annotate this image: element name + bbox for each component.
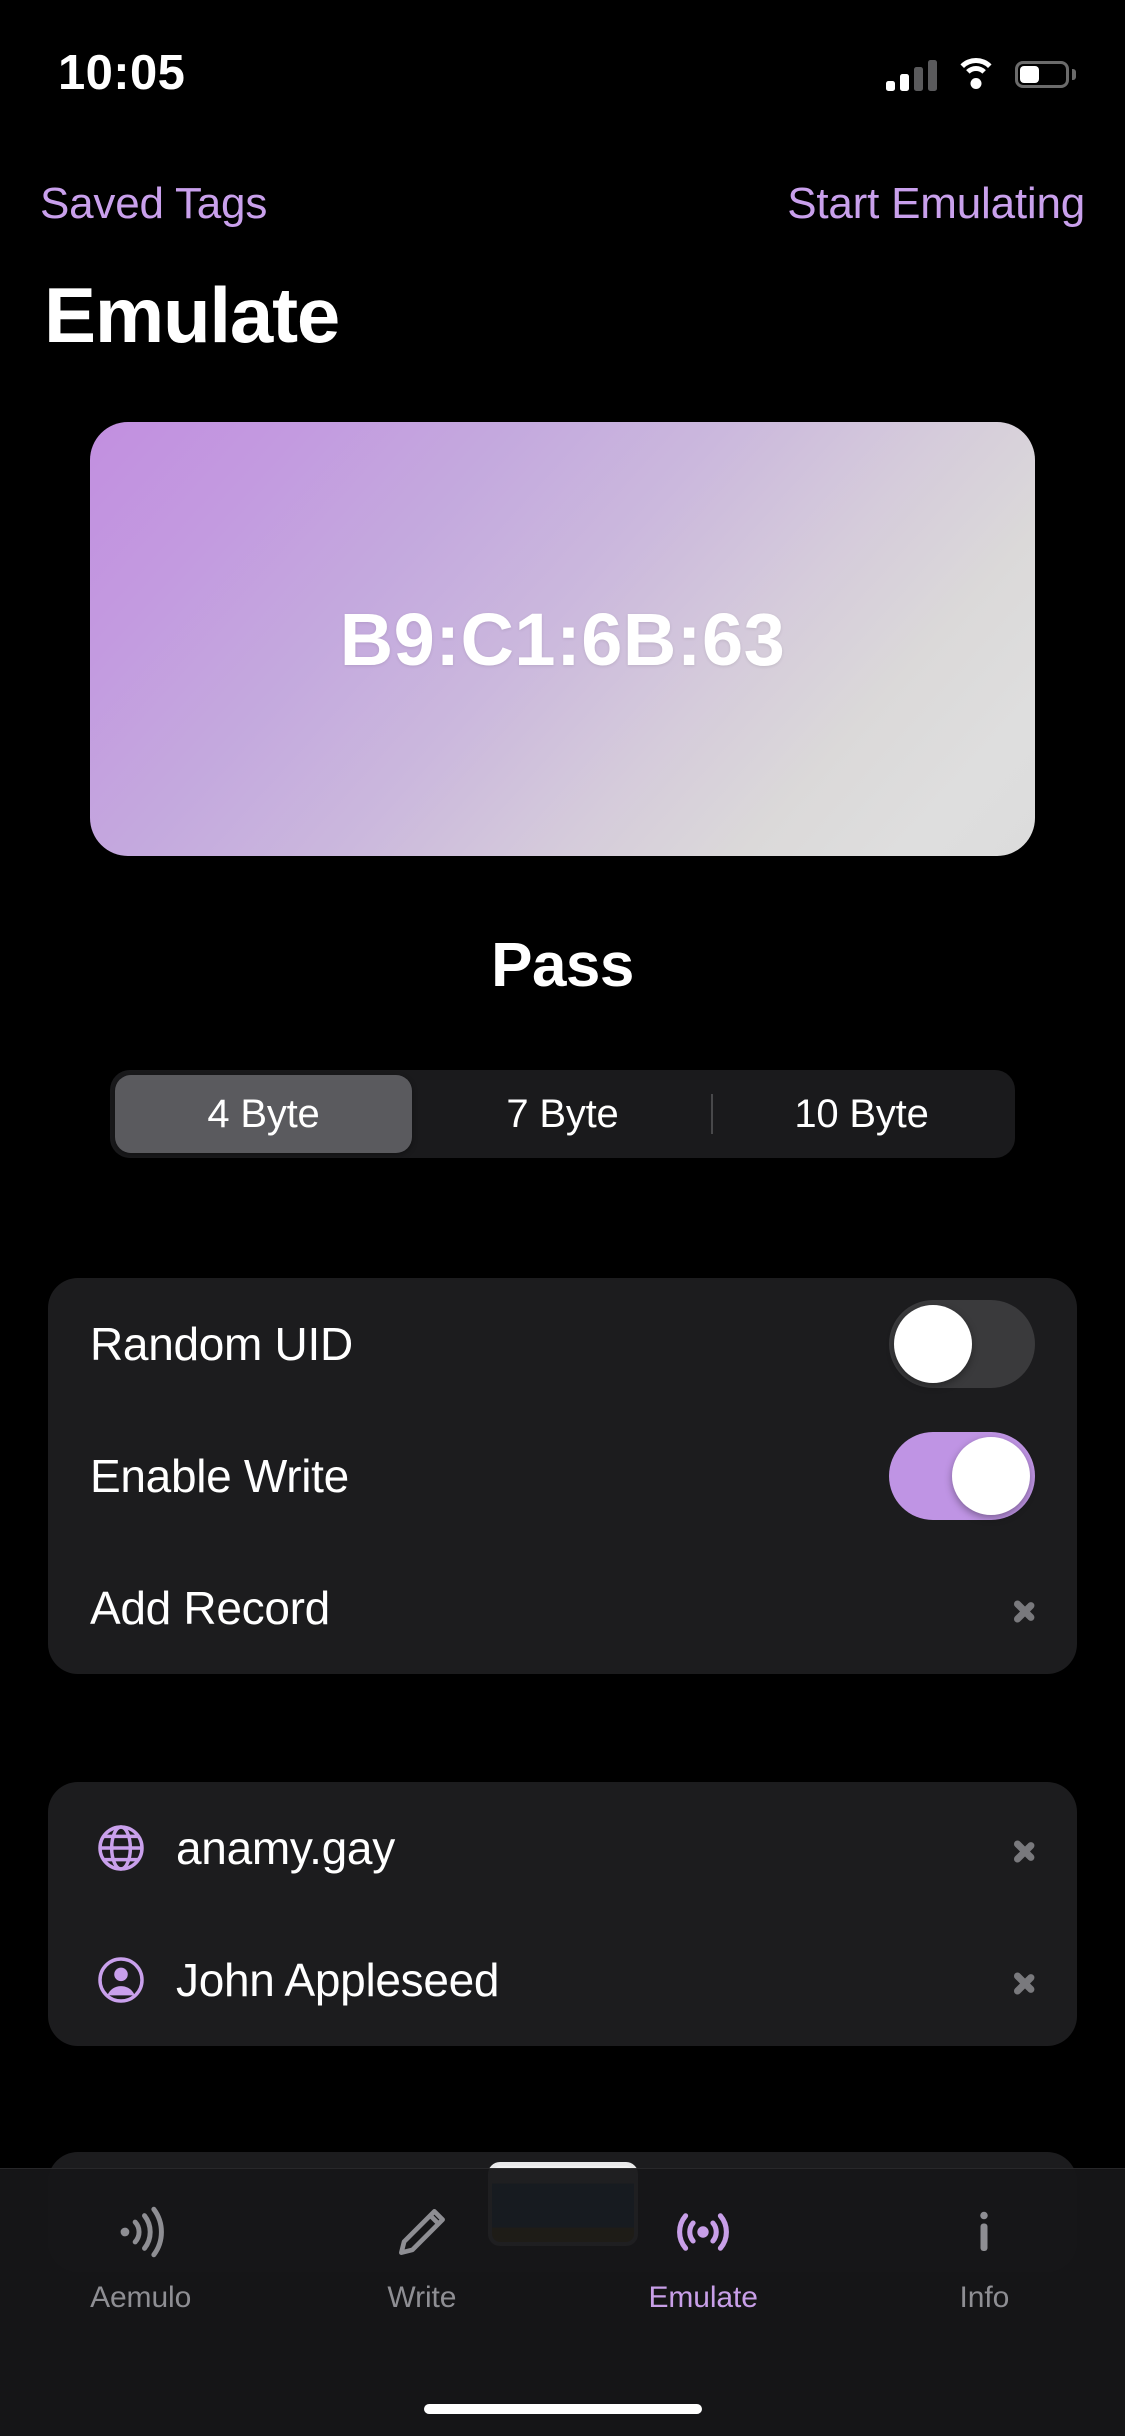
navigation-bar: Saved Tags Start Emulating (0, 168, 1125, 240)
tab-label: Aemulo (90, 2281, 192, 2314)
wifi-icon (954, 58, 998, 90)
globe-icon (90, 1820, 152, 1876)
uid-length-segmented-control[interactable]: 4 Byte 7 Byte 10 Byte (110, 1070, 1015, 1158)
tab-label: Info (959, 2281, 1010, 2314)
tab-info[interactable]: Info (844, 2195, 1125, 2315)
cellular-signal-icon (886, 57, 937, 91)
row-record-website[interactable]: anamy.gay (48, 1782, 1077, 1914)
segment-7-byte[interactable]: 7 Byte (414, 1075, 711, 1153)
status-bar: 10:05 (0, 0, 1125, 132)
settings-group: Random UID Enable Write Add Record (48, 1278, 1077, 1674)
add-record-label: Add Record (90, 1582, 330, 1634)
broadcast-icon (667, 2195, 739, 2269)
row-random-uid[interactable]: Random UID (48, 1278, 1077, 1410)
tab-emulate[interactable]: Emulate (563, 2195, 844, 2315)
random-uid-label: Random UID (90, 1318, 353, 1370)
pencil-icon (389, 2195, 455, 2269)
app-screen: 10:05 Saved Tags Start Emulating Emulate… (0, 0, 1125, 2436)
tab-bar: Aemulo Write Emulate Info (0, 2168, 1125, 2436)
status-time: 10:05 (58, 46, 186, 100)
toggle-knob (952, 1437, 1030, 1515)
segment-10-byte[interactable]: 10 Byte (713, 1075, 1010, 1153)
tab-aemulo[interactable]: Aemulo (0, 2195, 281, 2315)
row-record-contact[interactable]: John Appleseed (48, 1914, 1077, 2046)
record-contact-label: John Appleseed (176, 1954, 500, 2006)
nfc-wave-icon (106, 2195, 176, 2269)
enable-write-toggle[interactable] (889, 1432, 1035, 1520)
tag-uid-value: B9:C1:6B:63 (339, 597, 786, 681)
battery-icon (1015, 60, 1076, 88)
saved-tags-button[interactable]: Saved Tags (40, 179, 267, 229)
tag-card[interactable]: B9:C1:6B:63 (90, 422, 1035, 856)
home-indicator[interactable] (423, 2404, 702, 2414)
status-indicators (886, 57, 1076, 91)
records-group: anamy.gay John Appleseed (48, 1782, 1077, 2046)
row-add-record[interactable]: Add Record (48, 1542, 1077, 1674)
tab-label: Write (387, 2281, 457, 2314)
page-title: Emulate (44, 271, 340, 359)
chevron-right-icon (1013, 1588, 1035, 1628)
enable-write-label: Enable Write (90, 1450, 349, 1502)
segment-4-byte[interactable]: 4 Byte (115, 1075, 412, 1153)
toggle-knob (894, 1305, 972, 1383)
row-enable-write[interactable]: Enable Write (48, 1410, 1077, 1542)
info-icon (954, 2195, 1014, 2269)
chevron-right-icon (1013, 1960, 1035, 2000)
tab-write[interactable]: Write (281, 2195, 562, 2315)
random-uid-toggle[interactable] (889, 1300, 1035, 1388)
chevron-right-icon (1013, 1828, 1035, 1868)
person-circle-icon (90, 1952, 152, 2008)
tag-name-label: Pass (491, 931, 634, 1000)
start-emulating-button[interactable]: Start Emulating (787, 179, 1085, 229)
record-website-label: anamy.gay (176, 1822, 395, 1874)
tab-label: Emulate (648, 2281, 758, 2314)
